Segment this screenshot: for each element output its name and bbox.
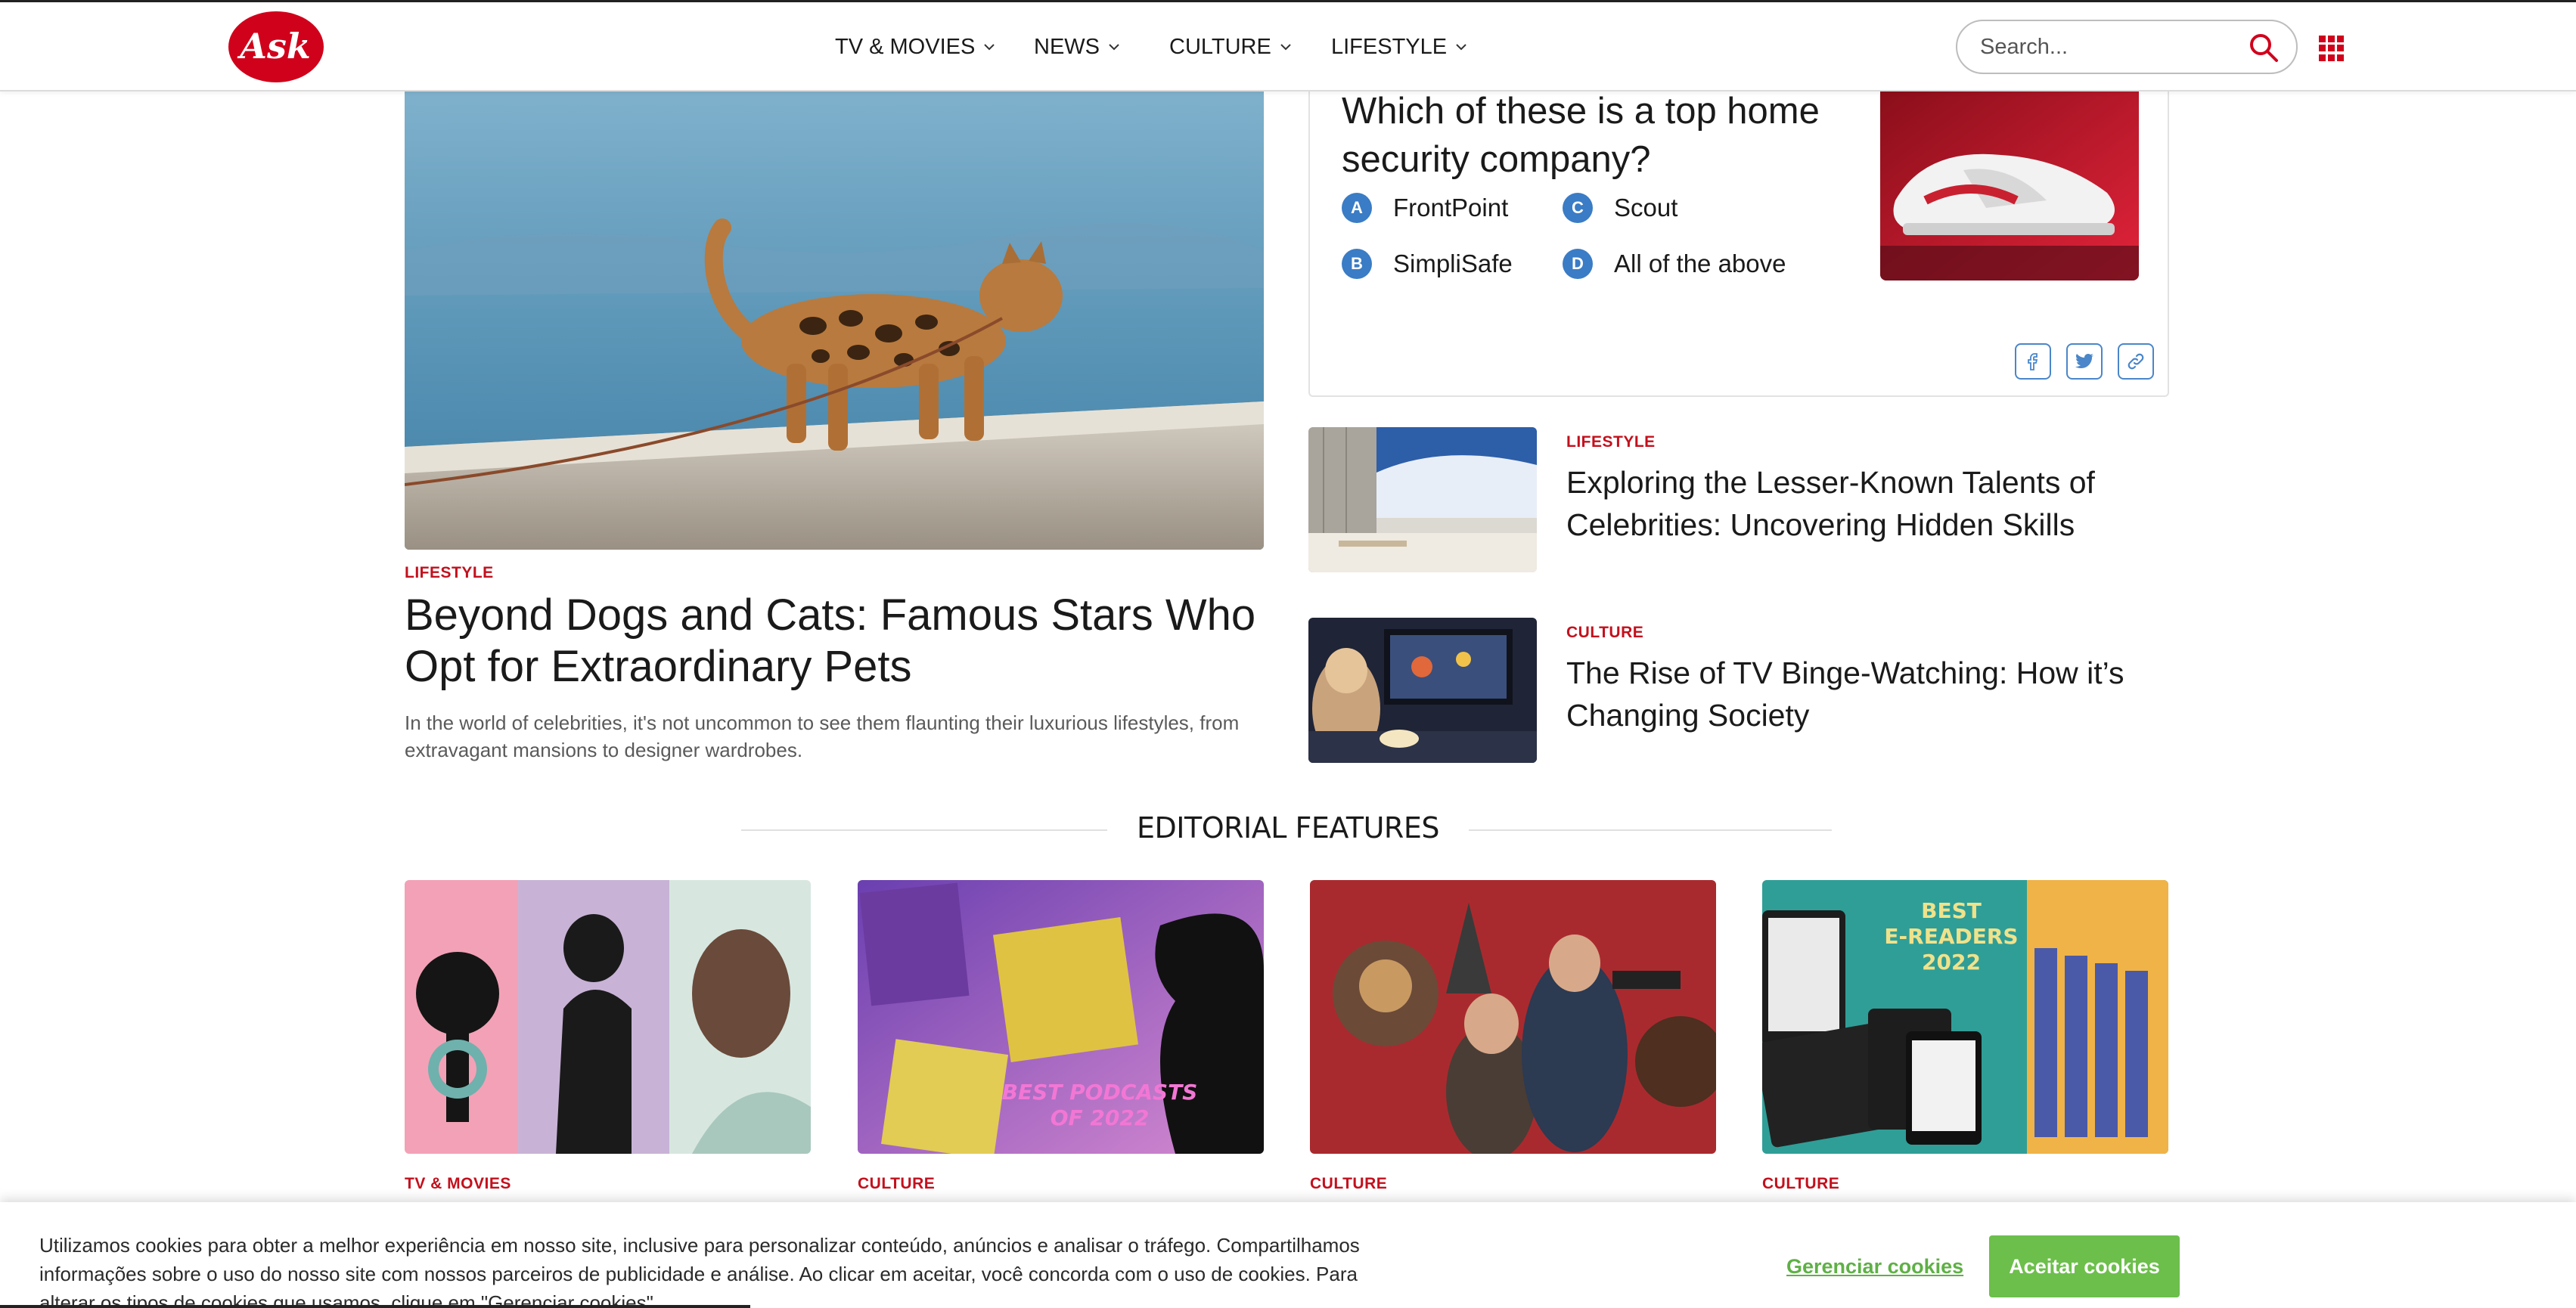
- svg-text:2022: 2022: [1922, 950, 1981, 975]
- svg-text:BEST PODCASTS: BEST PODCASTS: [1002, 1080, 1198, 1105]
- facebook-icon: [2028, 353, 2038, 370]
- option-text: FrontPoint: [1393, 194, 1509, 222]
- apps-grid-icon[interactable]: [2319, 36, 2345, 61]
- hero-category[interactable]: LIFESTYLE: [405, 564, 494, 582]
- side-article-title[interactable]: Exploring the Lesser-Known Talents of Ce…: [1566, 461, 2171, 546]
- accept-cookies-button[interactable]: Aceitar cookies: [1989, 1235, 2180, 1297]
- site-header: Ask TV & MOVIES NEWS CULTURE LIFESTYLE: [0, 2, 2576, 91]
- nav-label: CULTURE: [1169, 34, 1271, 59]
- cookie-text: Utilizamos cookies para obter a melhor e…: [39, 1234, 1360, 1308]
- nav-culture[interactable]: CULTURE: [1169, 2, 1293, 91]
- chevron-down-icon: [1109, 44, 1119, 51]
- side-article-category[interactable]: CULTURE: [1566, 624, 1643, 642]
- hero-description: In the world of celebrities, it's not un…: [405, 711, 1240, 761]
- search-input[interactable]: [1980, 30, 2230, 64]
- svg-text:E-READERS: E-READERS: [1884, 924, 2018, 949]
- nav-tv-movies[interactable]: TV & MOVIES: [835, 2, 996, 91]
- chevron-down-icon: [984, 44, 995, 51]
- nav-label: LIFESTYLE: [1331, 34, 1448, 59]
- link-icon: [2128, 353, 2144, 370]
- copy-link-button[interactable]: [2118, 343, 2154, 380]
- option-text: Scout: [1614, 194, 1678, 222]
- section-heading: EDITORIAL FEATURES: [1137, 811, 1439, 845]
- option-letter: B: [1342, 249, 1372, 279]
- chevron-down-icon: [1280, 44, 1291, 51]
- svg-text:OF 2022: OF 2022: [1051, 1105, 1150, 1130]
- quiz-question: Which of these is a top home security co…: [1342, 91, 1820, 180]
- feature-card-category[interactable]: CULTURE: [1762, 1175, 1839, 1193]
- option-letter: A: [1342, 193, 1372, 223]
- chevron-down-icon: [1456, 44, 1466, 51]
- divider: [741, 829, 1107, 831]
- facebook-share-button[interactable]: [2015, 343, 2051, 380]
- divider: [1469, 829, 1832, 831]
- feature-card-image[interactable]: [1310, 880, 1716, 1154]
- quiz-option-b[interactable]: B SimpliSafe: [1342, 249, 1513, 279]
- option-letter: D: [1563, 249, 1593, 279]
- side-article-category[interactable]: LIFESTYLE: [1566, 433, 1656, 451]
- option-text: SimpliSafe: [1393, 250, 1513, 277]
- search-icon[interactable]: [2248, 32, 2280, 64]
- svg-text:Ask: Ask: [237, 26, 310, 67]
- quiz-card: Which of these is a top home security co…: [1308, 87, 2169, 397]
- svg-text:BEST: BEST: [1921, 898, 1982, 923]
- nav-news[interactable]: NEWS: [1034, 2, 1121, 91]
- side-article-title[interactable]: The Rise of TV Binge-Watching: How it’s …: [1566, 652, 2171, 736]
- side-article-image[interactable]: [1308, 618, 1537, 763]
- feature-card-image[interactable]: [405, 880, 811, 1154]
- ask-logo[interactable]: Ask: [227, 10, 325, 84]
- option-letter: C: [1563, 193, 1593, 223]
- feature-card-image[interactable]: BEST PODCASTS OF 2022: [858, 880, 1264, 1154]
- cookie-banner: Utilizamos cookies para obter a melhor e…: [0, 1202, 2576, 1308]
- search-box: [1956, 20, 2298, 74]
- hero-title[interactable]: Beyond Dogs and Cats: Famous Stars Who O…: [405, 590, 1267, 693]
- nav-label: NEWS: [1034, 34, 1100, 59]
- quiz-option-a[interactable]: A FrontPoint: [1342, 193, 1508, 223]
- nav-label: TV & MOVIES: [835, 34, 976, 59]
- quiz-option-d[interactable]: D All of the above: [1563, 249, 1786, 279]
- scroll-indicator: [0, 1305, 750, 1308]
- feature-card-category[interactable]: CULTURE: [858, 1175, 935, 1193]
- twitter-share-button[interactable]: [2066, 343, 2103, 380]
- twitter-icon: [2075, 354, 2093, 369]
- manage-cookies-link[interactable]: Gerenciar cookies: [1786, 1255, 1963, 1279]
- option-text: All of the above: [1614, 250, 1786, 277]
- quiz-option-c[interactable]: C Scout: [1563, 193, 1678, 223]
- feature-card-category[interactable]: TV & MOVIES: [405, 1175, 511, 1193]
- nav-lifestyle[interactable]: LIFESTYLE: [1331, 2, 1468, 91]
- feature-card-category[interactable]: CULTURE: [1310, 1175, 1387, 1193]
- side-article-image[interactable]: [1308, 427, 1537, 572]
- feature-card-image[interactable]: BEST E-READERS 2022: [1762, 880, 2168, 1154]
- quiz-image: [1880, 87, 2139, 281]
- hero-image[interactable]: [405, 91, 1264, 550]
